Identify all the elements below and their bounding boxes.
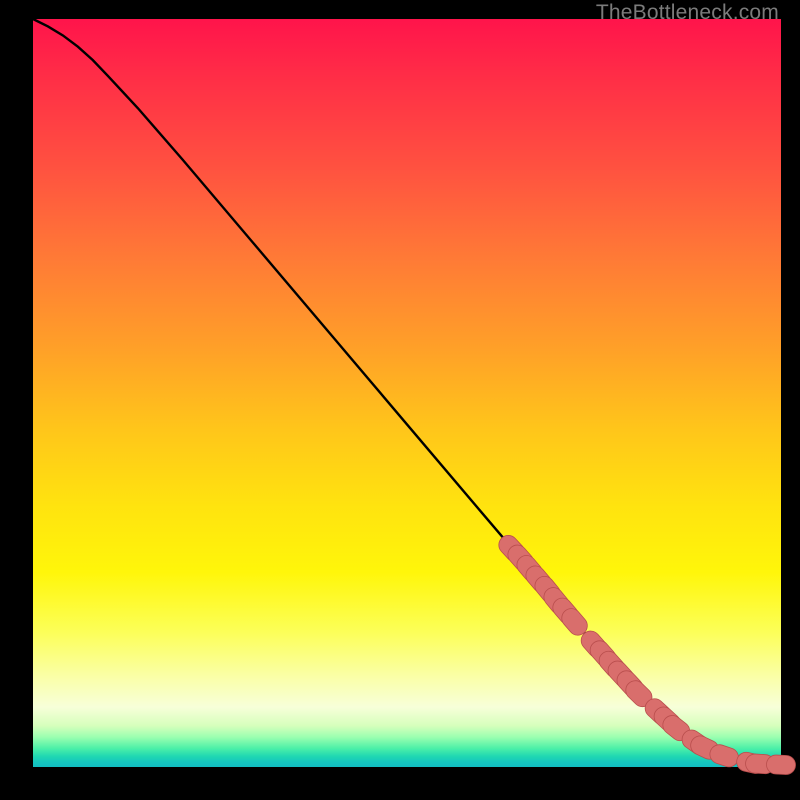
watermark-text: TheBottleneck.com [596, 1, 779, 25]
chart-frame: TheBottleneck.com [0, 0, 800, 800]
data-markers [495, 531, 796, 775]
data-marker [766, 755, 796, 775]
curve-line [33, 19, 781, 765]
chart-svg [33, 19, 781, 767]
